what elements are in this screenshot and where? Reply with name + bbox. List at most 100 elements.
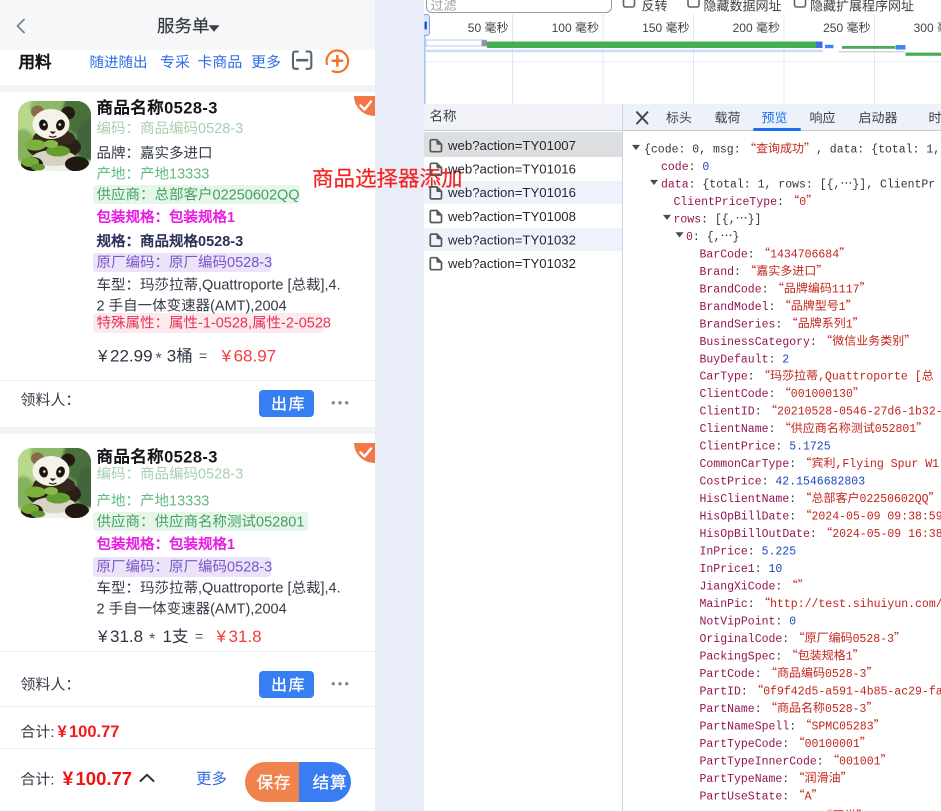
svg-text::: : (782, 790, 789, 803)
svg-text::: : (50, 771, 54, 788)
svg-text:}],: }], (852, 179, 873, 192)
svg-text::: : (782, 773, 789, 786)
svg-text::: : (755, 703, 762, 716)
svg-text::: : (775, 616, 782, 629)
svg-text:,Flying: ,Flying (836, 458, 884, 471)
svg-text::: : (755, 406, 762, 419)
svg-text:¥: ¥ (97, 627, 108, 646)
svg-text:HisOpBillDate: HisOpBillDate (700, 511, 790, 524)
svg-text:0528-3: 0528-3 (164, 448, 218, 466)
svg-text:0528-3: 0528-3 (198, 234, 243, 250)
svg-text:=: = (195, 628, 203, 644)
svg-text:NotVipPoint: NotVipPoint (700, 616, 776, 629)
svg-text:(AMT),2004: (AMT),2004 (210, 298, 287, 314)
svg-text::: : (810, 336, 817, 349)
svg-text:PartTypeName: PartTypeName (700, 773, 783, 786)
svg-text:ClientName: ClientName (700, 423, 769, 436)
svg-text:0528-3: 0528-3 (825, 703, 867, 716)
svg-text:PartUseState: PartUseState (700, 790, 783, 803)
svg-text:50: 50 (468, 21, 482, 35)
svg-text:HisClientName: HisClientName (700, 493, 790, 506)
svg-text:¥: ¥ (216, 627, 227, 646)
svg-text::: : (775, 318, 782, 331)
svg-text:[{,: [{, (820, 179, 841, 192)
svg-text:001000130: 001000130 (791, 388, 853, 401)
svg-text:1: 1 (839, 301, 846, 314)
svg-text:[: [ (288, 278, 292, 294)
svg-text::: : (689, 161, 696, 174)
svg-text:1: 1 (227, 537, 235, 553)
svg-text:1: 1 (846, 650, 853, 663)
svg-text:001001: 001001 (839, 755, 881, 768)
svg-text:09:38:59: 09:38:59 (887, 511, 941, 524)
svg-text:msg:: msg: (713, 144, 741, 157)
svg-text:,: , (816, 144, 823, 157)
svg-text:InPrice1: InPrice1 (700, 563, 755, 576)
svg-text:InPrice: InPrice (700, 546, 748, 559)
svg-text:PackingSpec: PackingSpec (700, 650, 776, 663)
svg-text:}]: }] (748, 213, 762, 226)
svg-text::: : (748, 598, 755, 611)
svg-text:}: } (733, 231, 740, 244)
svg-text::: : (693, 231, 700, 244)
svg-text:0f9f42d5-a591-4b85-ac29-fa: 0f9f42d5-a591-4b85-ac29-fa (763, 685, 941, 698)
svg-text:PartCode: PartCode (700, 668, 755, 681)
svg-text:BrandCode: BrandCode (700, 283, 762, 296)
svg-text:CarType: CarType (700, 371, 748, 384)
svg-text:-2-0528: -2-0528 (281, 316, 331, 332)
svg-text:web?action=TY01032: web?action=TY01032 (447, 232, 576, 247)
svg-text::: : (810, 528, 817, 541)
svg-text:20210528-0546-27d6-1b32-: 20210528-0546-27d6-1b32- (777, 406, 941, 419)
svg-text:{total:: {total: (702, 179, 750, 192)
svg-text::: : (789, 493, 796, 506)
svg-text::: : (789, 720, 796, 733)
svg-text::: : (762, 283, 769, 296)
svg-text:0: 0 (799, 196, 806, 209)
svg-text:PartID: PartID (700, 685, 742, 698)
svg-text::: : (689, 179, 696, 192)
svg-text:{,: {, (707, 231, 721, 244)
svg-text:100: 100 (552, 21, 572, 35)
svg-text:2024-05-09: 2024-05-09 (812, 511, 881, 524)
svg-text:BuyDefault: BuyDefault (700, 353, 769, 366)
svg-text::: : (734, 266, 741, 279)
svg-text:31.8: 31.8 (110, 627, 143, 646)
svg-text::: : (817, 755, 824, 768)
svg-text:data:: data: (830, 144, 865, 157)
svg-text:-1-0528,: -1-0528, (198, 316, 252, 332)
svg-text:2024-05-09: 2024-05-09 (832, 528, 901, 541)
svg-text:(AMT),2004: (AMT),2004 (210, 601, 287, 617)
svg-text::: : (789, 458, 796, 471)
svg-text:31.8: 31.8 (229, 627, 262, 646)
svg-text:http://test.sihuiyun.com/: http://test.sihuiyun.com/ (770, 598, 941, 611)
svg-text:16:38: 16:38 (908, 528, 941, 541)
svg-text:42.1546682803: 42.1546682803 (775, 476, 865, 489)
svg-text::: : (762, 476, 769, 489)
svg-text:300: 300 (914, 21, 934, 35)
svg-text:web?action=TY01007: web?action=TY01007 (447, 138, 576, 153)
svg-text:0528-3: 0528-3 (198, 121, 243, 137)
svg-text:052801: 052801 (256, 514, 304, 530)
svg-text:ClientCode: ClientCode (700, 388, 769, 401)
svg-text:02250602QQ: 02250602QQ (213, 187, 300, 203)
svg-text:00100001: 00100001 (805, 738, 860, 751)
svg-text:BrandSeries: BrandSeries (700, 318, 776, 331)
svg-text:*: * (156, 351, 162, 368)
svg-text::: : (777, 196, 784, 209)
svg-text:2: 2 (97, 298, 105, 314)
svg-text:rows:: rows: (778, 179, 813, 192)
svg-text:SPMC05283: SPMC05283 (812, 720, 874, 733)
svg-text:HisOpBillOutDate: HisOpBillOutDate (700, 528, 811, 541)
svg-text:[: [ (288, 581, 292, 597)
svg-text:1117: 1117 (832, 283, 860, 296)
svg-text:,Quattroporte: ,Quattroporte (198, 581, 283, 597)
svg-text:web?action=TY01016: web?action=TY01016 (447, 185, 576, 200)
svg-text:1: 1 (846, 318, 853, 331)
svg-text:,Quattroporte: ,Quattroporte (198, 278, 283, 294)
svg-text:150: 150 (642, 21, 662, 35)
svg-text::: : (755, 563, 762, 576)
svg-text:5.225: 5.225 (762, 546, 797, 559)
svg-text::: : (775, 650, 782, 663)
svg-text:¥: ¥ (97, 347, 108, 366)
svg-text:13333: 13333 (169, 493, 209, 509)
